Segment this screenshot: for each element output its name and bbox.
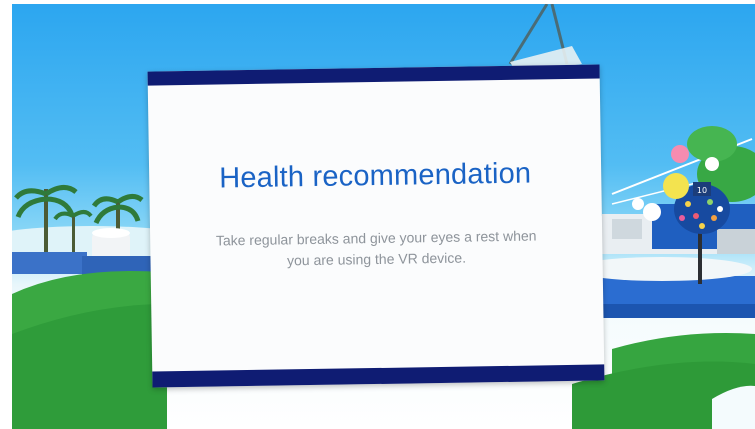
- dialog-title: Health recommendation: [218, 157, 532, 195]
- dialog-message: Take regular breaks and give your eyes a…: [215, 227, 537, 269]
- sign-number: 10: [696, 186, 708, 195]
- health-recommendation-dialog: Health recommendation Take regular break…: [147, 64, 605, 388]
